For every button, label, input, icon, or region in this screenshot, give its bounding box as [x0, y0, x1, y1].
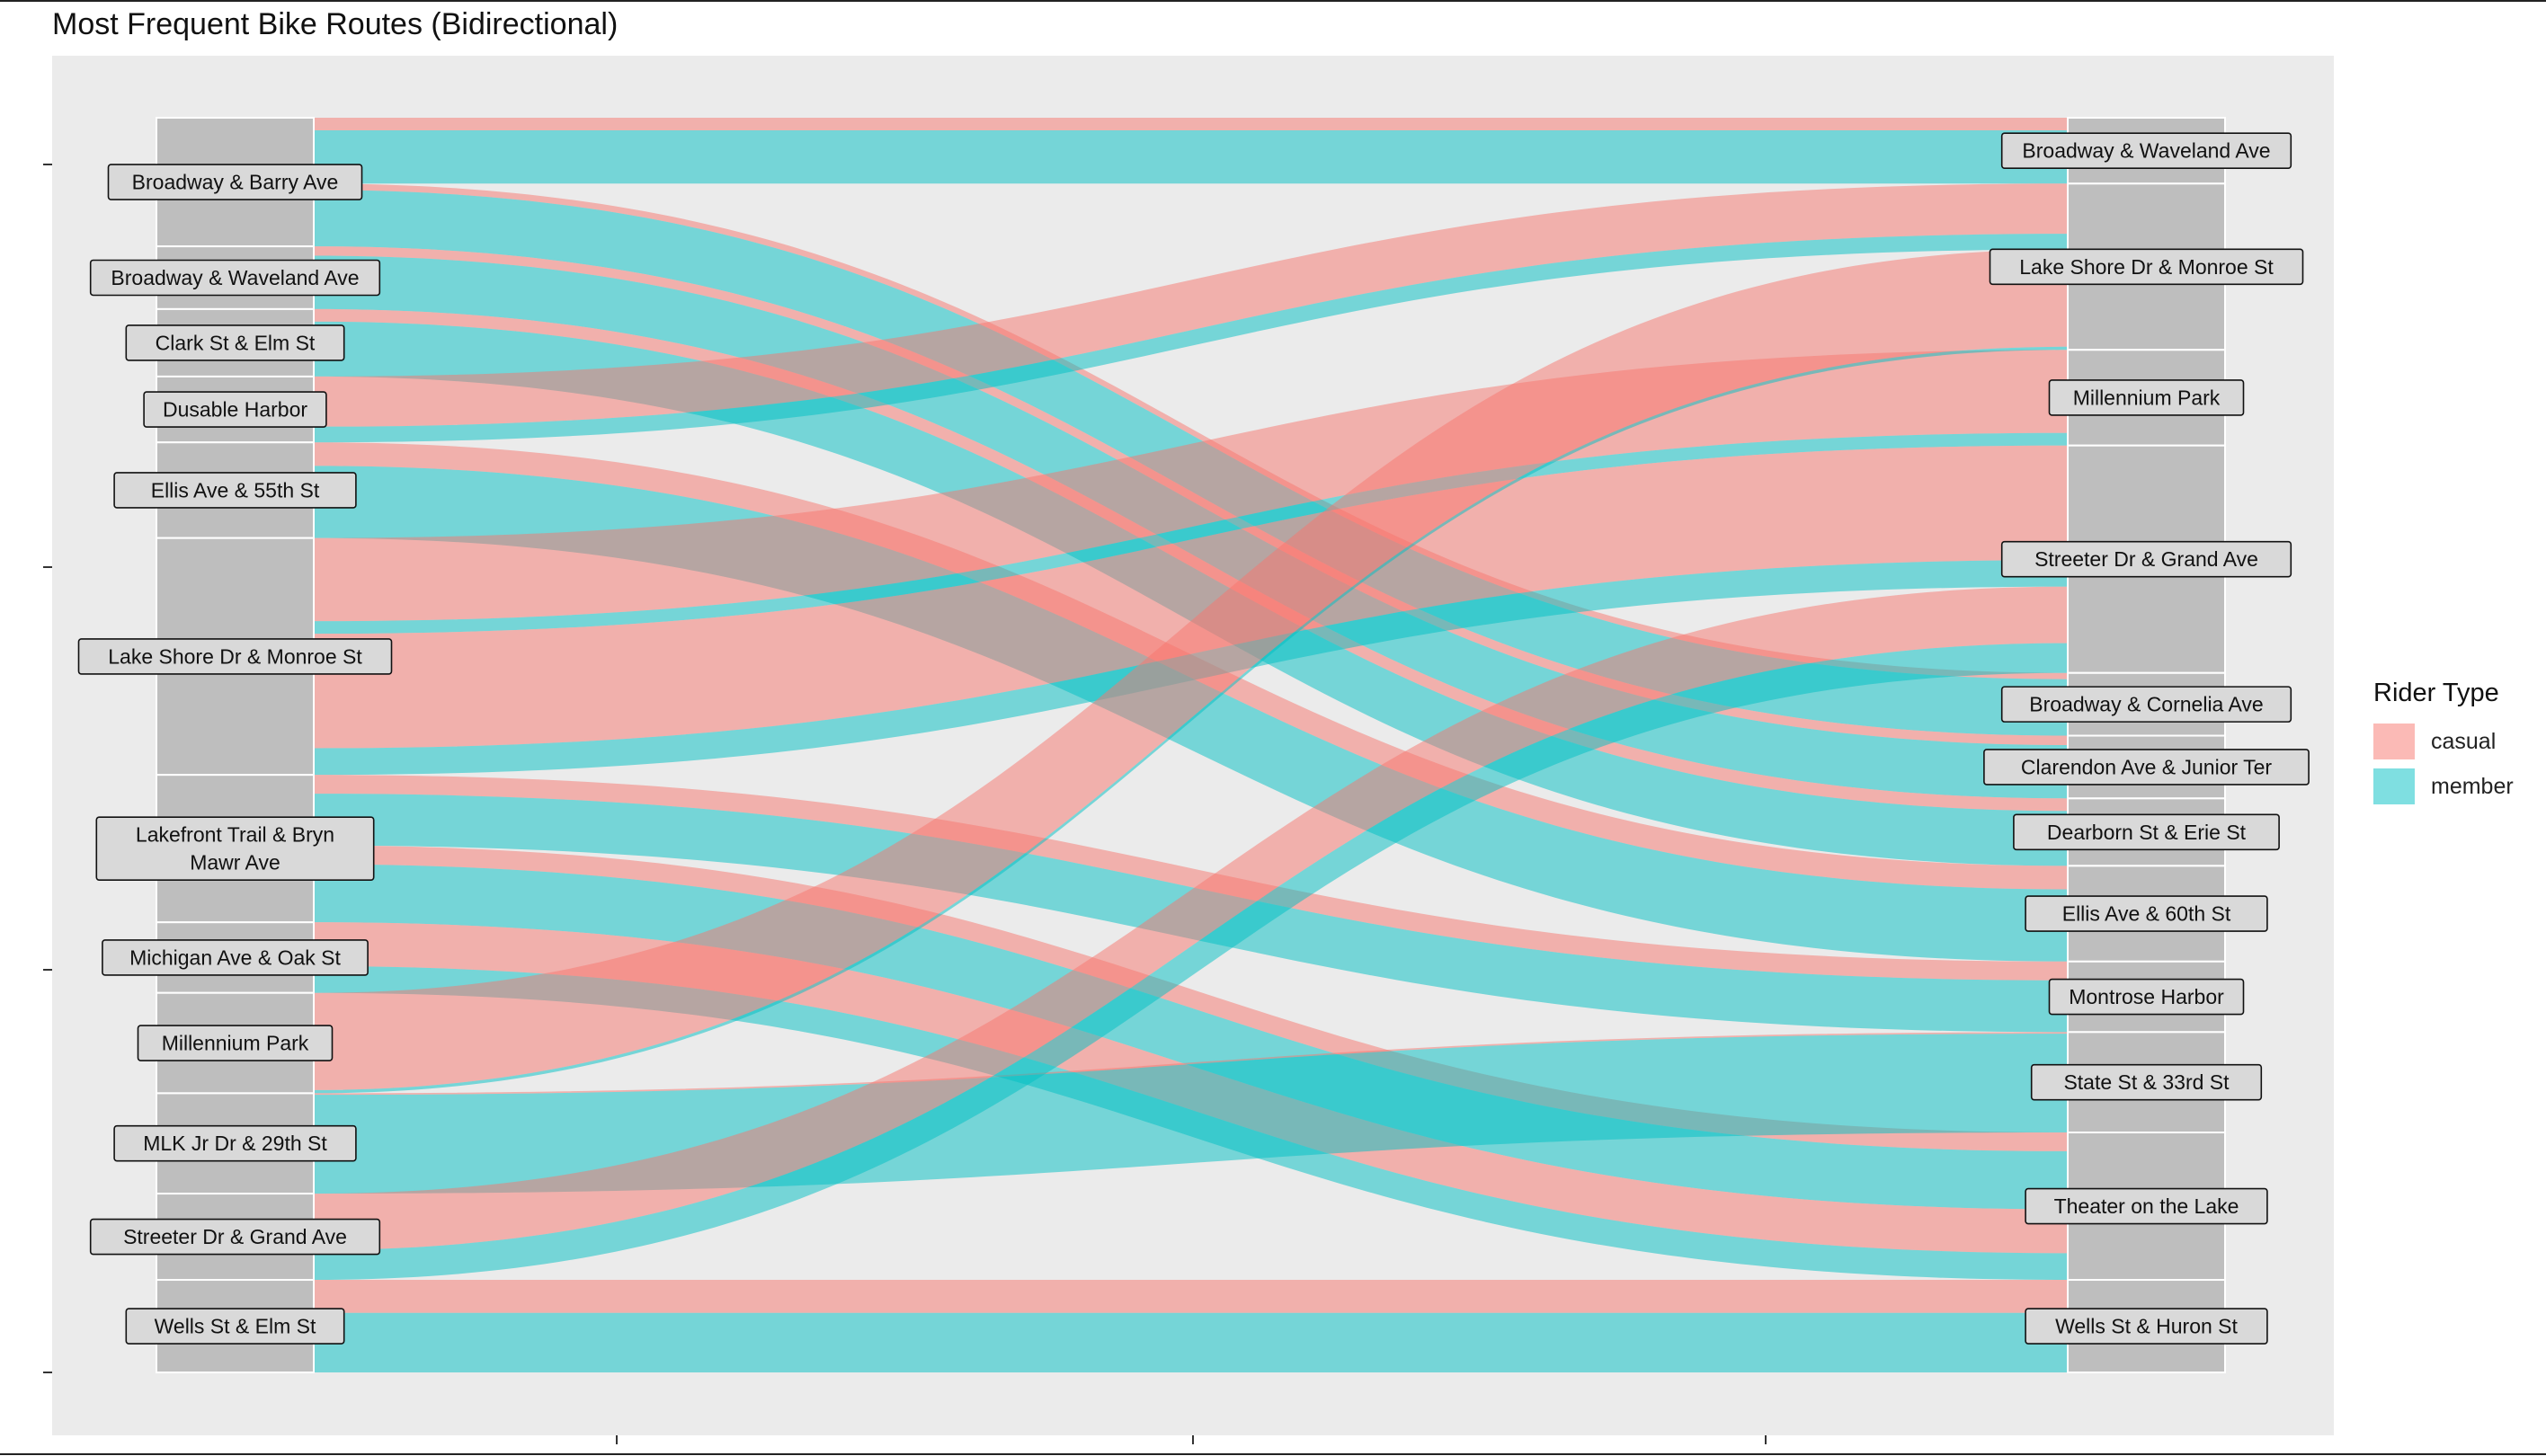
label-text: Wells St & Huron St [2055, 1315, 2238, 1338]
stratum-label-right-millennium-park: Millennium Park [2048, 379, 2245, 416]
alluvial-chart: Broadway & Barry Ave Broadway & Waveland … [0, 0, 2546, 1455]
stratum-label-right-streeter-dr-and-grand-ave: Streeter Dr & Grand Ave [2000, 540, 2292, 578]
stratum-label-right-wells-st-and-huron-st: Wells St & Huron St [2025, 1308, 2268, 1345]
stratum-label-left-broadway-and-barry-ave: Broadway & Barry Ave [107, 164, 363, 200]
stratum-label-right-dearborn-st-and-erie-st: Dearborn St & Erie St [2013, 813, 2280, 851]
label-text: Millennium Park [2073, 386, 2221, 409]
stratum-label-right-broadway-and-cornelia-ave: Broadway & Cornelia Ave [2000, 686, 2292, 723]
stratum-label-right-theater-on-the-lake: Theater on the Lake [2025, 1187, 2268, 1225]
stratum-label-left-dusable-harbor: Dusable Harbor [143, 391, 327, 428]
stratum-label-left-streeter-dr-and-grand-ave: Streeter Dr & Grand Ave [89, 1218, 381, 1256]
legend-item-casual: casual [2373, 719, 2514, 764]
legend-item-member: member [2373, 764, 2514, 809]
legend: Rider Type casual member [2373, 679, 2514, 809]
legend-title: Rider Type [2373, 679, 2499, 707]
label-text: Broadway & Waveland Ave [2022, 139, 2270, 163]
x-axis-ticks [616, 1435, 1767, 1444]
label-text: Streeter Dr & Grand Ave [123, 1225, 347, 1248]
legend-label-member: member [2431, 773, 2514, 799]
flow-broadway-and-barry-ave-broadway-and-waveland-ave-member [314, 129, 2068, 184]
stratum-label-right-montrose-harbor: Montrose Harbor [2048, 978, 2245, 1016]
label-text: Mawr Ave [190, 851, 280, 874]
label-text: Streeter Dr & Grand Ave [2034, 547, 2258, 571]
stratum-label-left-lake-shore-dr-and-monroe-st: Lake Shore Dr & Monroe St [77, 638, 393, 675]
flow-broadway-and-barry-ave-broadway-and-waveland-ave-casual [314, 118, 2068, 130]
stratum-label-right-state-st-and-33rd-st: State St & 33rd St [2030, 1063, 2263, 1101]
legend-label-casual: casual [2431, 728, 2497, 754]
label-text: Lakefront Trail & Bryn [136, 823, 334, 847]
label-text: Clarendon Ave & Junior Ter [2021, 755, 2272, 778]
label-text: Wells St & Elm St [155, 1315, 316, 1338]
label-text: Lake Shore Dr & Monroe St [2019, 255, 2274, 279]
label-text: Ellis Ave & 55th St [151, 478, 320, 502]
stratum-label-right-lake-shore-dr-and-monroe-st: Lake Shore Dr & Monroe St [1989, 248, 2304, 286]
stratum-label-right-broadway-and-waveland-ave: Broadway & Waveland Ave [2000, 132, 2292, 169]
label-text: State St & 33rd St [2063, 1070, 2230, 1094]
legend-key-member [2373, 768, 2415, 804]
label-text: Broadway & Cornelia Ave [2029, 693, 2263, 716]
stratum-label-left-broadway-and-waveland-ave: Broadway & Waveland Ave [89, 259, 381, 297]
label-text: Dusable Harbor [163, 398, 307, 422]
stratum-label-left-michigan-ave-and-oak-st: Michigan Ave & Oak St [102, 939, 369, 976]
stratum-label-left-clark-st-and-elm-st: Clark St & Elm St [125, 324, 345, 361]
label-text: Ellis Ave & 60th St [2062, 902, 2231, 926]
legend-key-casual [2373, 724, 2415, 759]
stratum-label-left-mlk-jr-dr-and-29th-st: MLK Jr Dr & 29th St [113, 1124, 357, 1162]
label-text: MLK Jr Dr & 29th St [143, 1132, 327, 1155]
y-axis-ticks [43, 164, 52, 1373]
label-text: Broadway & Barry Ave [132, 171, 339, 194]
label-text: Lake Shore Dr & Monroe St [108, 644, 362, 668]
label-text: Millennium Park [162, 1032, 309, 1055]
label-text: Clark St & Elm St [156, 331, 316, 354]
label-text: Theater on the Lake [2054, 1194, 2239, 1218]
label-text: Montrose Harbor [2069, 985, 2224, 1008]
stratum-label-left-lakefront-trail-and-bryn-mawr-ave: Lakefront Trail & Bryn Mawr Ave [95, 816, 375, 881]
stratum-label-left-ellis-ave-and-55th-st: Ellis Ave & 55th St [113, 472, 357, 509]
label-text: Dearborn St & Erie St [2047, 821, 2247, 844]
stratum-label-left-millennium-park: Millennium Park [137, 1025, 334, 1061]
stratum-label-left-wells-st-and-elm-st: Wells St & Elm St [125, 1308, 345, 1345]
flow-wells-st-and-elm-st-wells-st-and-huron-st-member [314, 1312, 2068, 1372]
label-text: Michigan Ave & Oak St [129, 946, 341, 969]
flow-wells-st-and-elm-st-wells-st-and-huron-st-casual [314, 1280, 2068, 1313]
stratum-label-right-clarendon-ave-and-junior-ter: Clarendon Ave & Junior Ter [1983, 749, 2310, 786]
label-text: Broadway & Waveland Ave [111, 266, 359, 289]
stratum-label-right-ellis-ave-and-60th-st: Ellis Ave & 60th St [2025, 895, 2268, 932]
